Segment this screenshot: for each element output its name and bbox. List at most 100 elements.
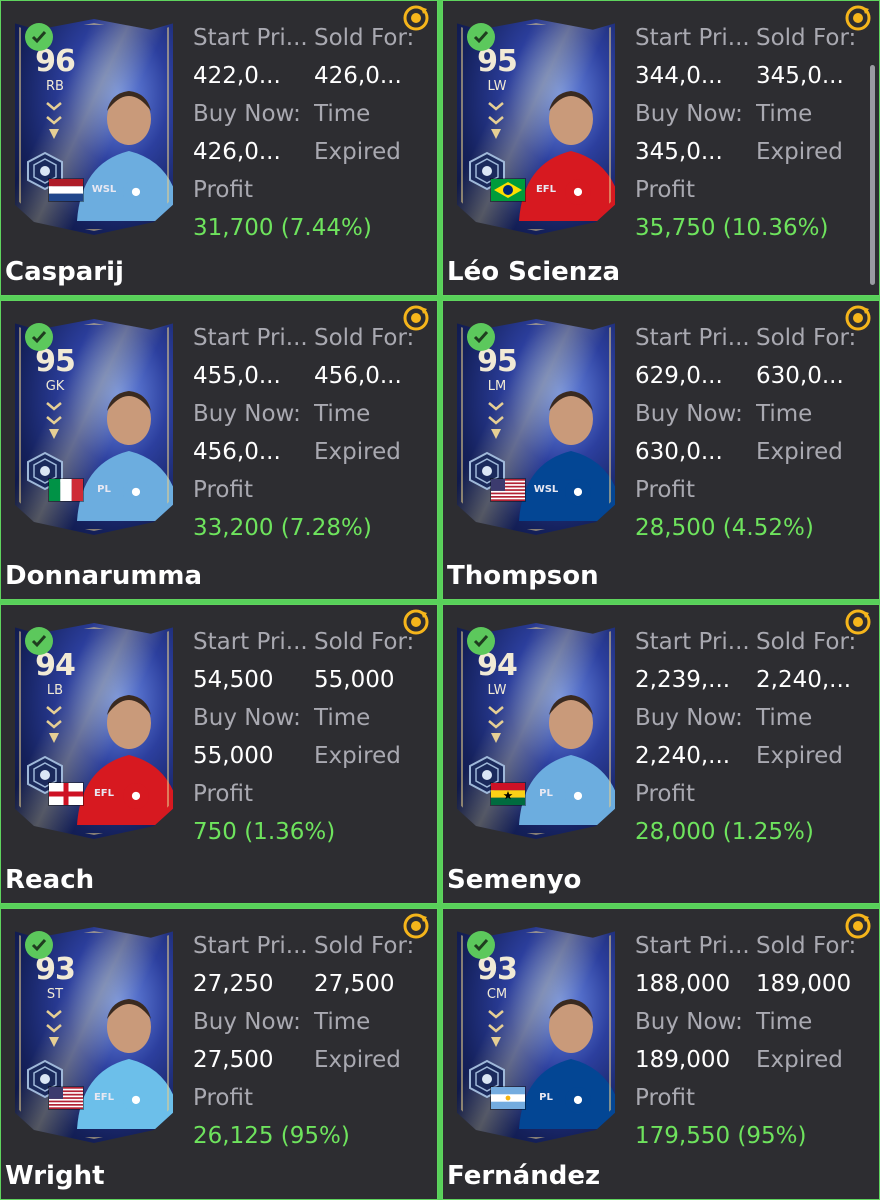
transfer-item-tile[interactable]: 93 ST EFL ⬤ Start Pri... Sold For: 27,25… [0, 908, 438, 1200]
player-card[interactable]: 93 CM PL ⬤ [457, 927, 615, 1143]
nation-flag-icon [49, 179, 83, 201]
player-card[interactable]: 95 LW EFL ⬤ [457, 19, 615, 235]
transfer-item-tile[interactable]: 93 CM PL ⬤ Start Pri... Sold For: 188,00… [442, 908, 880, 1200]
start-price-value: 629,0... [635, 363, 723, 389]
transfer-item-tile[interactable]: 95 GK PL ⬤ Start Pri... Sold For: 455,0.… [0, 300, 438, 600]
time-value: Expired [314, 1047, 401, 1073]
chemistry-chevron-icon [46, 102, 62, 139]
acrobatic-icon [27, 1059, 63, 1099]
buy-now-label: Buy Now: [193, 401, 301, 427]
nation-flag-icon [49, 783, 83, 805]
start-price-value: 188,000 [635, 971, 731, 997]
player-rating: 95 [477, 344, 518, 379]
player-name: Wright [5, 1161, 105, 1191]
player-card[interactable]: 96 RB WSL ⬤ [15, 19, 173, 235]
buy-now-label: Buy Now: [635, 401, 743, 427]
player-portrait [77, 91, 173, 221]
start-price-label: Start Pri... [635, 25, 750, 51]
profit-label: Profit [193, 477, 253, 503]
league-badge-icon: EFL [93, 788, 115, 799]
pinged-pass-icon [469, 1059, 505, 1099]
buy-now-value: 426,0... [193, 139, 281, 165]
nation-flag-icon [491, 783, 525, 805]
player-name: Casparij [5, 257, 124, 287]
player-card[interactable]: 94 LB EFL ⬤ [15, 623, 173, 839]
sold-for-value: 2,240,... [756, 667, 852, 693]
time-value: Expired [314, 439, 401, 465]
sold-for-label: Sold For: [756, 325, 857, 351]
player-position: GK [45, 379, 65, 394]
scrollbar[interactable] [870, 65, 875, 285]
buy-now-label: Buy Now: [635, 1009, 743, 1035]
nation-flag-icon [491, 1087, 525, 1109]
sold-for-value: 426,0... [314, 63, 402, 89]
sold-check-icon [467, 627, 495, 655]
player-portrait [519, 91, 615, 221]
profit-value: 179,550 (95%) [635, 1123, 807, 1149]
profit-value: 28,500 (4.52%) [635, 515, 814, 541]
player-name: Léo Scienza [447, 257, 620, 287]
player-rating: 93 [477, 952, 518, 987]
transfer-item-tile[interactable]: 94 LW PL ⬤ Start Pri... Sold For: 2,239,… [442, 604, 880, 904]
player-name: Semenyo [447, 865, 582, 895]
chemistry-chevron-icon [488, 102, 504, 139]
player-card[interactable]: 95 LM WSL ⬤ [457, 319, 615, 535]
chemistry-chevron-icon [488, 402, 504, 439]
profit-value: 28,000 (1.25%) [635, 819, 814, 845]
nation-flag-icon [49, 479, 83, 501]
chemistry-chevron-icon [46, 402, 62, 439]
buy-now-label: Buy Now: [193, 1009, 301, 1035]
profit-label: Profit [635, 781, 695, 807]
transfer-item-tile[interactable]: 95 LW EFL ⬤ Start Pri... Sold For: 344,0… [442, 0, 880, 296]
sold-for-value: 630,0... [756, 363, 844, 389]
club-badge-icon: ⬤ [565, 479, 591, 505]
profit-value: 33,200 (7.28%) [193, 515, 372, 541]
player-portrait [77, 695, 173, 825]
buy-now-label: Buy Now: [193, 101, 301, 127]
player-name: Donnarumma [5, 561, 203, 591]
chemistry-chevron-icon [46, 1010, 62, 1047]
player-position: CM [486, 987, 508, 1002]
start-price-label: Start Pri... [193, 629, 308, 655]
time-label: Time [314, 705, 371, 731]
league-badge-icon: WSL [533, 484, 559, 495]
time-label: Time [314, 1009, 371, 1035]
profit-label: Profit [193, 781, 253, 807]
player-rating: 95 [35, 344, 76, 379]
player-card[interactable]: 94 LW PL ⬤ [457, 623, 615, 839]
profit-label: Profit [635, 477, 695, 503]
transfer-list-grid: 96 RB WSL ⬤ Start Pri... Sold For: 422,0… [0, 0, 880, 1200]
transfer-item-tile[interactable]: 95 LM WSL ⬤ Start Pri... Sold For: 629,0… [442, 300, 880, 600]
sold-for-label: Sold For: [314, 933, 415, 959]
sold-check-icon [25, 23, 53, 51]
transfer-item-tile[interactable]: 94 LB EFL ⬤ Start Pri... Sold For: 54,50… [0, 604, 438, 904]
nation-flag-icon [49, 1087, 83, 1109]
profit-label: Profit [193, 1085, 253, 1111]
league-badge-icon: EFL [535, 184, 557, 195]
start-price-label: Start Pri... [635, 629, 750, 655]
player-card[interactable]: 95 GK PL ⬤ [15, 319, 173, 535]
time-value: Expired [756, 1047, 843, 1073]
buy-now-value: 189,000 [635, 1047, 731, 1073]
chemistry-chevron-icon [488, 1010, 504, 1047]
profit-label: Profit [193, 177, 253, 203]
start-price-value: 455,0... [193, 363, 281, 389]
transfer-item-tile[interactable]: 96 RB WSL ⬤ Start Pri... Sold For: 422,0… [0, 0, 438, 296]
buy-now-label: Buy Now: [193, 705, 301, 731]
player-card[interactable]: 93 ST EFL ⬤ [15, 927, 173, 1143]
league-badge-icon: PL [539, 1092, 553, 1103]
dribble-icon [469, 151, 505, 191]
chemistry-chevron-icon [46, 706, 62, 743]
time-label: Time [756, 1009, 813, 1035]
buy-now-value: 456,0... [193, 439, 281, 465]
player-portrait [519, 999, 615, 1129]
time-value: Expired [314, 743, 401, 769]
start-price-label: Start Pri... [193, 25, 308, 51]
club-badge-icon: ⬤ [565, 783, 591, 809]
start-price-value: 2,239,... [635, 667, 731, 693]
buy-now-value: 27,500 [193, 1047, 274, 1073]
player-name: Thompson [447, 561, 599, 591]
start-price-label: Start Pri... [635, 933, 750, 959]
profit-value: 31,700 (7.44%) [193, 215, 372, 241]
sold-for-label: Sold For: [756, 933, 857, 959]
